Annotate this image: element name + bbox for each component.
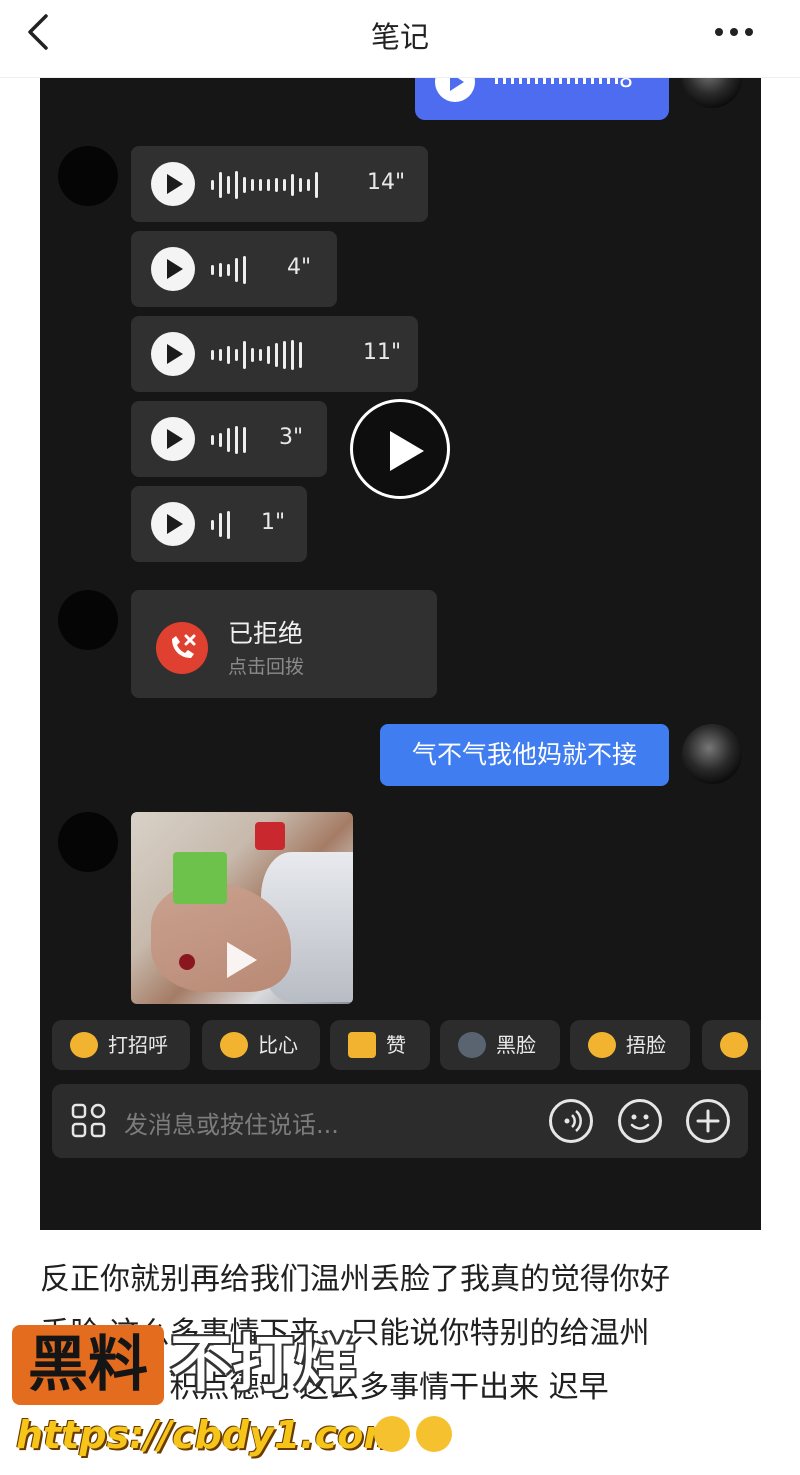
sent-text-message[interactable]: 气不气我他妈就不接 — [380, 724, 669, 786]
voice-message[interactable]: 1" — [131, 486, 307, 562]
video-thumbnail[interactable] — [131, 812, 353, 1004]
voice-message[interactable]: 11" — [131, 316, 418, 392]
quick-reply-label: 打招呼 — [108, 1033, 168, 1057]
declined-phone-icon — [156, 622, 208, 674]
top-nav-bar: 笔记 — [0, 0, 800, 78]
call-status: 已拒绝 — [228, 619, 304, 648]
laughing-crying-emoji-icon — [416, 1416, 452, 1452]
heart-hands-emoji-icon — [220, 1032, 248, 1058]
waveform-icon — [211, 170, 318, 200]
body-line: 反正你就别再给我们温州丢脸了我真的觉得你好 — [40, 1262, 670, 1297]
quick-reply-chip[interactable]: 比心 — [202, 1020, 320, 1070]
page-title: 笔记 — [370, 20, 429, 54]
sent-voice-message[interactable]: 8" — [415, 78, 669, 120]
voice-duration: 4" — [287, 255, 312, 280]
quick-reply-label: 赞 — [386, 1033, 406, 1057]
sticker-image — [173, 852, 227, 904]
note-page: 笔记 8" 14" 4" 11" 3" 1" 已拒绝 点击回拨 气不气我他妈就不… — [0, 0, 800, 1475]
laughing-crying-emoji-icon — [374, 1416, 410, 1452]
video-play-button[interactable] — [350, 399, 450, 499]
sender-avatar[interactable] — [58, 146, 118, 206]
chat-screenshot-image[interactable]: 8" 14" 4" 11" 3" 1" 已拒绝 点击回拨 气不气我他妈就不接 打… — [40, 78, 761, 1230]
apps-grid-icon[interactable] — [70, 1102, 108, 1140]
quick-reply-bar: 打招呼 比心 赞 黑脸 捂脸 — [52, 1020, 761, 1070]
quick-reply-chip[interactable]: 黑脸 — [440, 1020, 560, 1070]
voice-message[interactable]: 14" — [131, 146, 428, 222]
more-horizontal-icon[interactable] — [714, 27, 754, 37]
play-icon[interactable] — [151, 417, 195, 461]
quick-reply-label: 黑脸 — [496, 1033, 536, 1057]
message-input-bar: 发消息或按住说话... — [52, 1084, 748, 1158]
voice-duration: 14" — [367, 170, 406, 195]
waveform-icon — [495, 78, 618, 84]
quick-reply-chip[interactable] — [702, 1020, 761, 1070]
sender-avatar[interactable] — [58, 812, 118, 872]
waveform-icon — [211, 510, 230, 540]
voice-duration: 11" — [363, 340, 402, 365]
watermark-logo-text: 黑料 — [28, 1330, 148, 1400]
watermark-url: https://cbdy1.com — [16, 1413, 403, 1457]
smile-emoji-icon — [720, 1032, 748, 1058]
emoji-icon[interactable] — [618, 1099, 662, 1143]
waveform-icon — [211, 255, 246, 285]
sender-avatar[interactable] — [58, 590, 118, 650]
waveform-icon — [211, 340, 302, 370]
voice-input-icon[interactable] — [549, 1099, 593, 1143]
play-icon[interactable] — [151, 502, 195, 546]
my-avatar — [682, 724, 742, 784]
voice-duration: 8" — [619, 78, 644, 93]
play-icon[interactable] — [435, 78, 475, 102]
voice-message[interactable]: 4" — [131, 231, 337, 307]
waveform-icon — [211, 425, 246, 455]
declined-call-card[interactable]: 已拒绝 点击回拨 — [131, 590, 437, 698]
voice-duration: 3" — [279, 425, 304, 450]
play-icon[interactable] — [227, 942, 257, 978]
quick-reply-chip[interactable]: 赞 — [330, 1020, 430, 1070]
watermark-slogan: 不打烊 — [170, 1327, 357, 1400]
message-input[interactable]: 发消息或按住说话... — [124, 1105, 339, 1140]
thumbs-up-emoji-icon — [348, 1032, 376, 1058]
voice-message[interactable]: 3" — [131, 401, 327, 477]
plus-icon[interactable] — [686, 1099, 730, 1143]
facepalm-emoji-icon — [588, 1032, 616, 1058]
quick-reply-chip[interactable]: 打招呼 — [52, 1020, 190, 1070]
quick-reply-label: 捂脸 — [626, 1033, 666, 1057]
my-avatar — [682, 78, 742, 108]
quick-reply-chip[interactable]: 捂脸 — [570, 1020, 690, 1070]
play-icon[interactable] — [151, 162, 195, 206]
dark-face-emoji-icon — [458, 1032, 486, 1058]
voice-duration: 1" — [261, 510, 286, 535]
play-icon[interactable] — [151, 247, 195, 291]
call-back-hint[interactable]: 点击回拨 — [228, 652, 304, 679]
play-icon[interactable] — [151, 332, 195, 376]
quick-reply-label: 比心 — [258, 1033, 298, 1057]
greeting-emoji-icon — [70, 1032, 98, 1058]
